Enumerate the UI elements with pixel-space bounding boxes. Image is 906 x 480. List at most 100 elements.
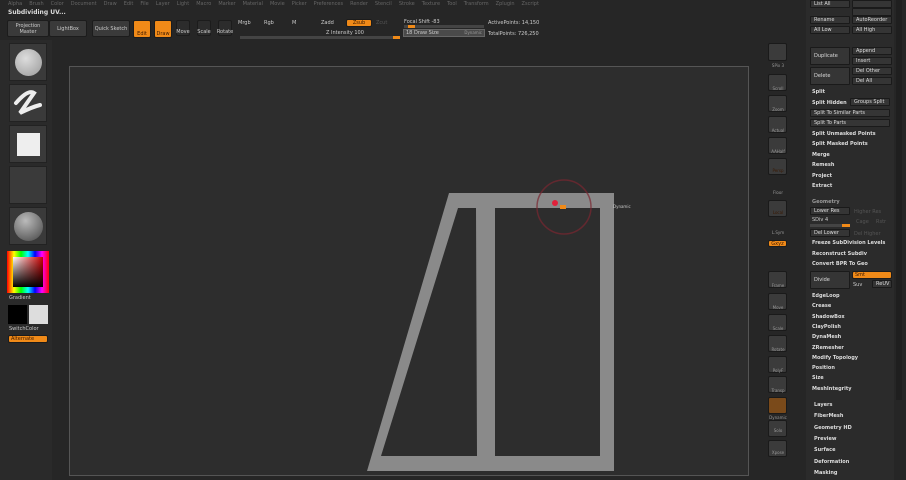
arrow-up-button[interactable] [852, 0, 892, 8]
texture-thumbnail[interactable] [9, 166, 47, 204]
section-surface[interactable]: Surface [814, 447, 836, 453]
menu-item-preferences[interactable]: Preferences [314, 0, 343, 8]
delete-button[interactable]: Delete [810, 67, 850, 85]
menu-item-render[interactable]: Render [350, 0, 368, 8]
spix-button[interactable] [768, 43, 787, 61]
split-to-parts-button[interactable]: Split To Parts [810, 119, 890, 127]
section-deformation[interactable]: Deformation [814, 459, 849, 465]
gradient-label[interactable]: Gradient [9, 295, 31, 301]
extract-button[interactable]: Extract [812, 183, 832, 189]
menu-item-edit[interactable]: Edit [124, 0, 134, 8]
lightbox-button[interactable]: LightBox [49, 20, 87, 37]
menu-item-stencil[interactable]: Stencil [375, 0, 392, 8]
main-color-swatch[interactable] [8, 305, 27, 324]
color-square[interactable] [13, 257, 43, 287]
menu-item-light[interactable]: Light [177, 0, 189, 8]
menu-item-file[interactable]: File [140, 0, 148, 8]
split-hidden-button[interactable]: Split Hidden [812, 100, 847, 106]
geometry-sub-crease[interactable]: Crease [812, 303, 831, 309]
dynamic-toggle[interactable]: Dynamic [464, 30, 482, 35]
section-preview[interactable]: Preview [814, 436, 837, 442]
merge-button[interactable]: Merge [812, 152, 830, 158]
arrow-down-button[interactable] [852, 8, 892, 16]
xyz-button[interactable]: Gxyz [768, 240, 787, 247]
geometry-sub-edgeloop[interactable]: EdgeLoop [812, 293, 840, 299]
material-thumbnail[interactable] [9, 207, 47, 245]
menu-item-draw[interactable]: Draw [104, 0, 117, 8]
m-toggle[interactable]: M [292, 20, 296, 26]
freeze-subdivision-button[interactable]: Freeze SubDivision Levels [812, 240, 885, 246]
alternate-button[interactable]: Alternate [8, 335, 48, 343]
viewport-canvas[interactable]: Dynamic [69, 66, 749, 476]
section-layers[interactable]: Layers [814, 402, 833, 408]
brush-thumbnail[interactable] [9, 43, 47, 81]
geometry-sub-dynamesh[interactable]: DynaMesh [812, 334, 841, 340]
alpha-thumbnail[interactable] [9, 125, 47, 163]
del-other-button[interactable]: Del Other [852, 67, 892, 75]
del-lower-button[interactable]: Del Lower [810, 229, 850, 237]
higher-res-button[interactable]: Higher Res [854, 209, 881, 215]
menu-item-tool[interactable]: Tool [447, 0, 457, 8]
menu-item-color[interactable]: Color [51, 0, 64, 8]
quick-sketch-button[interactable]: Quick Sketch [92, 20, 130, 37]
scale-button[interactable]: Scale [197, 20, 211, 36]
project-button[interactable]: Project [812, 173, 832, 179]
remesh-button[interactable]: Remesh [812, 162, 834, 168]
all-high-button[interactable]: All High [852, 26, 892, 34]
reconstruct-subdiv-button[interactable]: Reconstruct Subdiv [812, 251, 867, 257]
list-all-button[interactable]: List All [810, 0, 850, 8]
color-picker[interactable] [7, 251, 49, 293]
menu-item-marker[interactable]: Marker [218, 0, 235, 8]
rotate-button[interactable]: Rotate [217, 20, 233, 36]
edit-button[interactable]: Edit [133, 20, 151, 38]
groups-split-button[interactable]: Groups Split [850, 98, 890, 106]
divide-button[interactable]: Divide [810, 271, 850, 289]
mrgb-toggle[interactable]: Mrgb [238, 20, 251, 26]
menu-item-stroke[interactable]: Stroke [399, 0, 415, 8]
del-all-button[interactable]: Del All [852, 77, 892, 85]
geometry-sub-size[interactable]: Size [812, 375, 824, 381]
mesh-model[interactable] [69, 66, 749, 476]
lsym-button[interactable]: L.Sym [766, 230, 790, 235]
menu-item-alpha[interactable]: Alpha [8, 0, 22, 8]
panel-scrollbar[interactable] [896, 0, 902, 400]
rgb-toggle[interactable]: Rgb [264, 20, 274, 26]
move-button[interactable]: Move [176, 20, 190, 36]
append-button[interactable]: Append [852, 47, 892, 55]
focal-shift-track[interactable] [404, 25, 484, 28]
draw-size-slider[interactable]: 18 Draw Size Dynamic [403, 29, 485, 37]
menu-item-macro[interactable]: Macro [196, 0, 211, 8]
lower-res-button[interactable]: Lower Res [810, 207, 850, 215]
section-fibermesh[interactable]: FiberMesh [814, 413, 843, 419]
zadd-toggle[interactable]: Zadd [321, 20, 334, 26]
draw-button[interactable]: Draw [154, 20, 172, 38]
geometry-sub-modify-topology[interactable]: Modify Topology [812, 355, 858, 361]
menu-item-zplugin[interactable]: Zplugin [496, 0, 515, 8]
sdiv-track[interactable] [810, 224, 850, 227]
floor-button[interactable]: Floor [766, 190, 790, 195]
split-masked-button[interactable]: Split Masked Points [812, 141, 868, 147]
del-higher-button[interactable]: Del Higher [854, 231, 881, 237]
menu-item-transform[interactable]: Transform [464, 0, 489, 8]
menu-item-zscript[interactable]: Zscript [522, 0, 539, 8]
split-similar-button[interactable]: Split To Similar Parts [810, 109, 890, 117]
duplicate-button[interactable]: Duplicate [810, 47, 850, 65]
z-intensity-track[interactable] [240, 36, 400, 39]
dynamic-button[interactable] [768, 397, 787, 414]
geometry-section[interactable]: Geometry [812, 199, 840, 205]
geometry-sub-shadowbox[interactable]: ShadowBox [812, 314, 845, 320]
section-geometry-hd[interactable]: Geometry HD [814, 425, 852, 431]
menu-item-texture[interactable]: Texture [422, 0, 440, 8]
geometry-sub-meshintegrity[interactable]: MeshIntegrity [812, 386, 852, 392]
reuv-button[interactable]: ReUV [872, 280, 892, 288]
sdiv-slider[interactable]: SDiv 4 [812, 217, 828, 223]
section-masking[interactable]: Masking [814, 470, 838, 476]
projection-master-button[interactable]: Projection Master [7, 20, 49, 37]
menu-item-document[interactable]: Document [71, 0, 97, 8]
geometry-sub-position[interactable]: Position [812, 365, 835, 371]
menu-item-material[interactable]: Material [243, 0, 263, 8]
split-section[interactable]: Split [812, 89, 825, 95]
autoreorder-button[interactable]: AutoReorder [852, 16, 892, 24]
smt-toggle[interactable]: Smt [852, 271, 892, 279]
stroke-thumbnail[interactable] [9, 84, 47, 122]
